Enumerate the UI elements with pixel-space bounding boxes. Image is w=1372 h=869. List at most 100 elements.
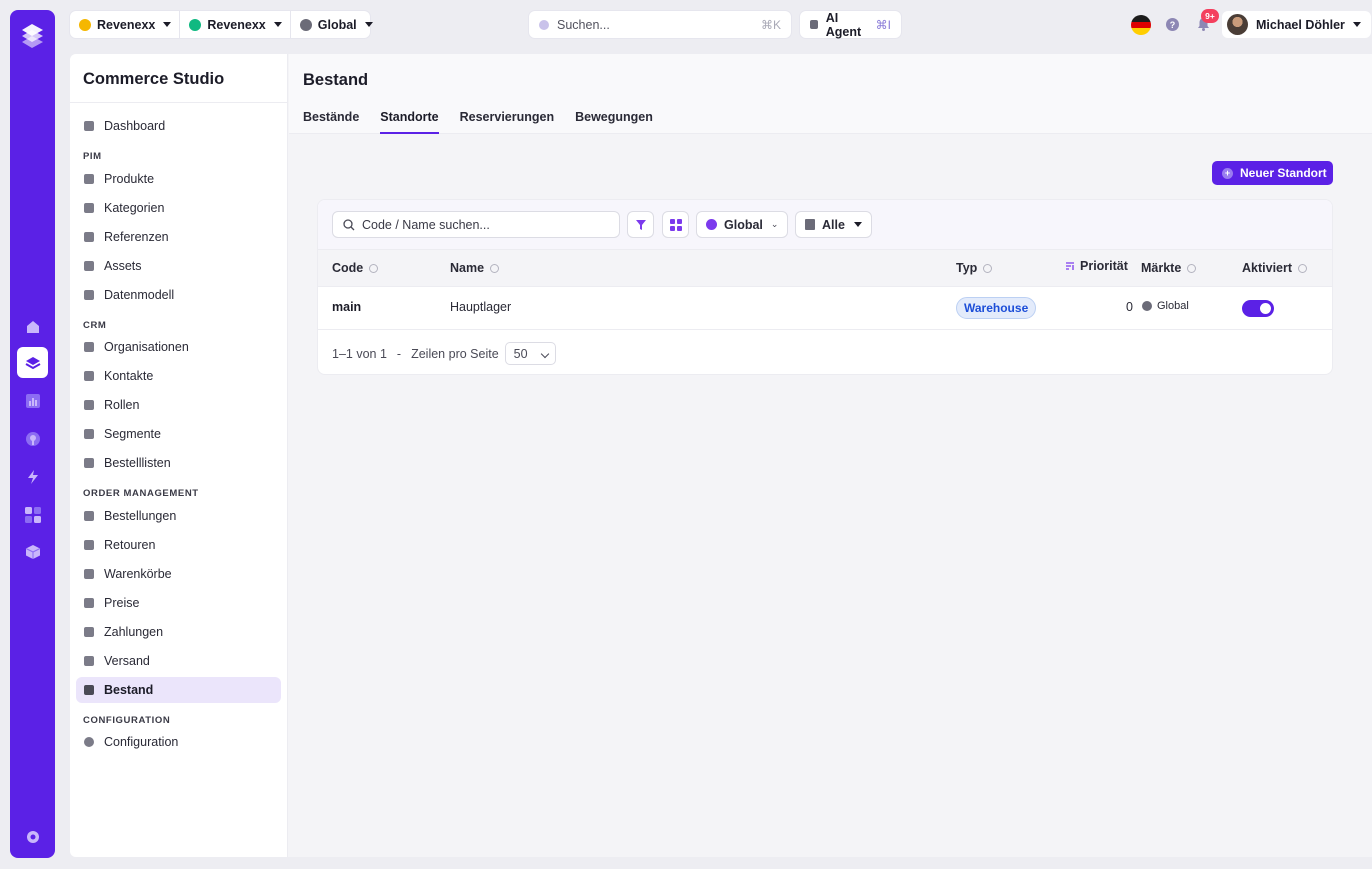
app-title: Commerce Studio [83,70,225,88]
search-input-wrapper [332,211,620,238]
store-switcher[interactable]: Revenexx [179,11,289,38]
globe-icon [1142,301,1152,311]
tag-icon [84,598,94,608]
users-icon [84,429,94,439]
column-header-aktiviert[interactable]: Aktiviert [1242,261,1308,275]
grid-icon [669,218,682,231]
box-icon [84,685,94,695]
section-title-pim: PIM [83,151,102,162]
sidebar-item-datenmodell[interactable]: Datenmodell [76,282,281,308]
user-menu[interactable]: Michael Döhler [1222,11,1371,38]
sidebar-item-bestelllisten[interactable]: Bestelllisten [76,450,281,476]
settings-icon[interactable] [17,821,48,852]
column-label: Code [332,261,364,275]
search-input[interactable] [362,217,602,232]
sidebar-item-label: Configuration [104,735,179,749]
columns-button[interactable] [662,211,689,238]
tab-reservierungen[interactable]: Reservierungen [460,110,554,134]
sidebar-item-versand[interactable]: Versand [76,648,281,674]
column-header-maerkte[interactable]: Märkte [1141,261,1197,275]
sidebar-item-bestellungen[interactable]: Bestellungen [76,503,281,529]
image-icon [84,261,94,271]
bolt-icon[interactable] [17,461,48,492]
globe-icon [299,18,312,31]
market-label: Global [317,17,357,32]
sidebar-item-label: Zahlungen [104,625,164,639]
tenant-switcher[interactable]: Revenexx [70,11,179,38]
cart-icon [84,569,94,579]
grid-icon [84,290,94,300]
sidebar: Commerce Studio Dashboard PIM Produkte K… [70,54,288,857]
rows-per-page-select[interactable]: 50 [504,342,556,365]
global-search[interactable]: Suchen... ⌘K [529,11,791,38]
box-icon [84,511,94,521]
new-location-button[interactable]: + Neuer Standort [1212,161,1333,185]
global-search-placeholder: Suchen... [557,17,610,32]
sidebar-item-organisationen[interactable]: Organisationen [76,334,281,360]
pagination: 1–1 von 1 - Zeilen pro Seite 50 [332,342,556,365]
sidebar-item-kontakte[interactable]: Kontakte [76,363,281,389]
language-flag-icon[interactable] [1131,15,1151,35]
sidebar-item-label: Segmente [104,427,161,441]
tab-standorte[interactable]: Standorte [380,110,439,134]
column-header-typ[interactable]: Typ [956,261,993,275]
sidebar-item-warenkoerbe[interactable]: Warenkörbe [76,561,281,587]
tab-bar: Bestände Standorte Reservierungen Bewegu… [303,110,674,134]
filter-button[interactable] [627,211,654,238]
apps-icon[interactable] [17,499,48,530]
column-header-code[interactable]: Code [332,261,379,275]
sidebar-item-label: Referenzen [104,230,169,244]
help-icon[interactable]: ? [1166,18,1179,31]
tab-bestaende[interactable]: Bestände [303,110,359,134]
sidebar-item-preise[interactable]: Preise [76,590,281,616]
column-label: Typ [956,261,978,275]
cell-name: Hauptlager [450,300,512,314]
sidebar-item-segmente[interactable]: Segmente [76,421,281,447]
tab-bewegungen[interactable]: Bewegungen [575,110,653,134]
enabled-toggle[interactable] [1242,300,1274,317]
sidebar-item-label: Kategorien [104,201,165,215]
main-panel: Commerce Studio Dashboard PIM Produkte K… [70,54,1372,857]
filter-icon [635,219,646,230]
market-filter-dropdown[interactable]: Global ⌄ [696,211,789,238]
context-switcher: Revenexx Revenexx Global [70,11,373,38]
new-location-label: Neuer Standort [1240,166,1327,180]
sidebar-item-label: Rollen [104,398,140,412]
column-header-name[interactable]: Name [450,261,500,275]
sidebar-item-zahlungen[interactable]: Zahlungen [76,619,281,645]
status-filter-dropdown[interactable]: Alle [795,211,872,238]
ai-agent-button[interactable]: AI Agent ⌘I [800,10,901,39]
chevron-down-icon [853,222,862,227]
sidebar-item-assets[interactable]: Assets [76,253,281,279]
cube-icon[interactable] [17,536,48,567]
ai-agent-label: AI Agent [825,10,862,39]
column-header-prioritaet[interactable]: Priorität [1065,259,1128,273]
chart-icon[interactable] [17,385,48,416]
chevron-down-icon [1352,22,1361,27]
sidebar-item-rollen[interactable]: Rollen [76,392,281,418]
sidebar-item-configuration[interactable]: Configuration [76,729,281,755]
sidebar-item-bestand[interactable]: Bestand [76,677,281,703]
market-switcher[interactable]: Global [289,11,381,38]
sort-icon [490,263,500,273]
status-filter-value: Alle [822,217,845,232]
section-title-crm: CRM [83,320,107,331]
cell-code: main [332,300,362,314]
sidebar-item-kategorien[interactable]: Kategorien [76,195,281,221]
sidebar-item-label: Produkte [104,172,155,186]
brand-logo-icon[interactable] [18,20,47,49]
sidebar-item-referenzen[interactable]: Referenzen [76,224,281,250]
cell-markets: Global [1142,300,1189,312]
home-icon[interactable] [17,311,48,342]
search-shortcut: ⌘K [760,17,781,32]
pin-icon[interactable] [17,423,48,454]
table-row[interactable]: main Hauptlager Warehouse 0 Global [318,287,1332,330]
shield-icon [84,400,94,410]
sort-icon [1298,263,1308,273]
tenant-logo-icon [79,18,91,31]
sidebar-item-produkte[interactable]: Produkte [76,166,281,192]
sidebar-item-label: Bestelllisten [104,456,171,470]
layers-icon[interactable] [17,347,48,378]
sidebar-item-dashboard[interactable]: Dashboard [76,113,281,139]
sidebar-item-retouren[interactable]: Retouren [76,532,281,558]
